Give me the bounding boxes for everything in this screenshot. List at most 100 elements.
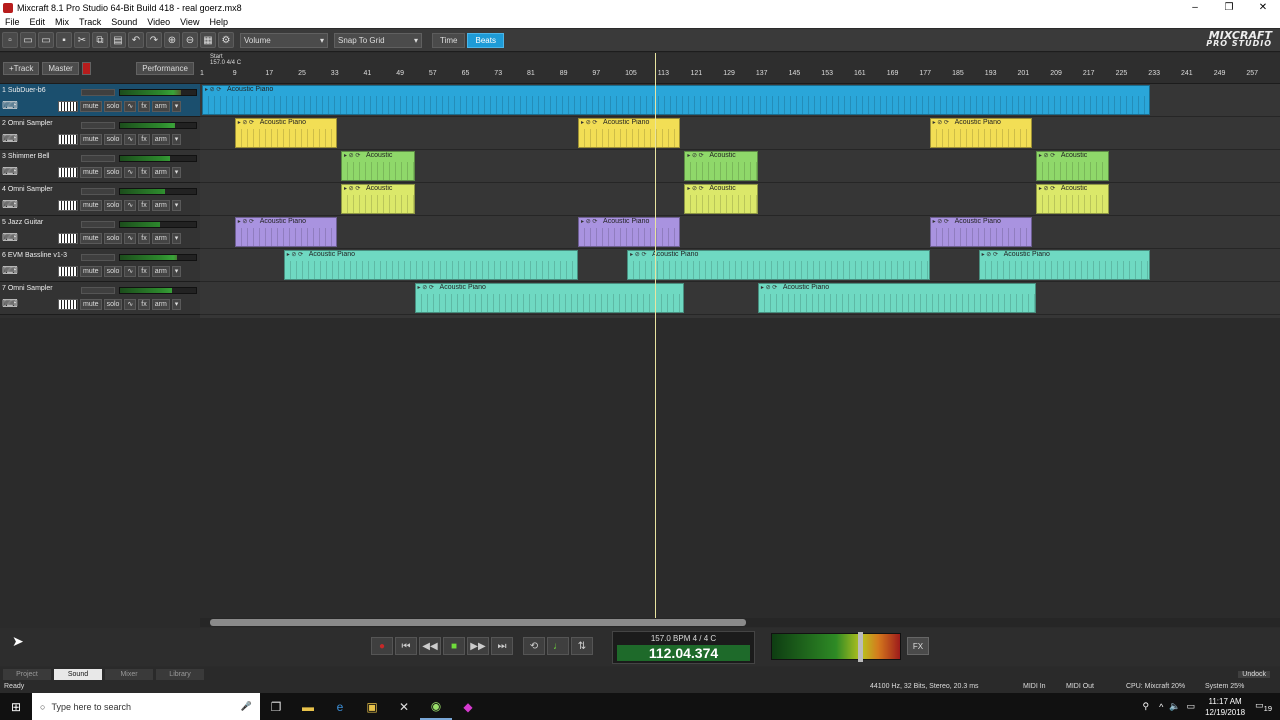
app-pink-diamond-icon[interactable]: ◆: [452, 693, 484, 720]
close-button[interactable]: ✕: [1246, 2, 1280, 13]
undock-button[interactable]: Undock: [1238, 670, 1270, 678]
copy-icon[interactable]: ⧉: [92, 32, 108, 48]
zoom-in-icon[interactable]: ⊕: [164, 32, 180, 48]
pan-volume-slider[interactable]: [81, 89, 115, 96]
track-name[interactable]: 5 Jazz Guitar: [2, 219, 43, 226]
audio-clip[interactable]: Acoustic Piano: [929, 217, 1032, 247]
solo-button[interactable]: solo: [103, 167, 123, 178]
track-lane[interactable]: [200, 117, 1280, 150]
new-file-icon[interactable]: ▫: [2, 32, 18, 48]
track-lane[interactable]: [200, 216, 1280, 249]
keyboard-icon[interactable]: [58, 134, 78, 145]
tab-sound[interactable]: Sound: [54, 668, 102, 680]
keyboard-icon[interactable]: [58, 167, 78, 178]
solo-button[interactable]: solo: [103, 266, 123, 277]
solo-button[interactable]: solo: [103, 134, 123, 145]
microphone-icon[interactable]: 🎤: [241, 701, 252, 712]
mute-button[interactable]: mute: [80, 299, 102, 310]
audio-clip[interactable]: Acoustic Piano: [283, 250, 579, 280]
tab-project[interactable]: Project: [3, 668, 51, 680]
piano-icon[interactable]: ⌨: [2, 166, 18, 179]
audio-clip[interactable]: Acoustic Piano: [978, 250, 1151, 280]
undo-icon[interactable]: ↶: [128, 32, 144, 48]
track-lane[interactable]: [200, 282, 1280, 315]
pan-volume-slider[interactable]: [81, 254, 115, 261]
file-explorer-icon[interactable]: ▬: [292, 693, 324, 720]
open-recent-icon[interactable]: ▭: [38, 32, 54, 48]
track-name[interactable]: 6 EVM Bassline v1-3: [2, 252, 67, 259]
automation-icon[interactable]: ∿: [124, 299, 137, 310]
arm-button[interactable]: arm: [151, 266, 170, 277]
horizontal-scrollbar[interactable]: [200, 618, 1280, 627]
task-view-icon[interactable]: ❐: [260, 693, 292, 720]
pan-volume-slider[interactable]: [81, 287, 115, 294]
add-track-button[interactable]: +Track: [3, 61, 40, 75]
fx-button[interactable]: fx: [138, 233, 150, 244]
automation-icon[interactable]: ∿: [124, 233, 137, 244]
track-header[interactable]: 1 SubDuer-b6 ⌨ mute solo ∿ fx arm ▾: [0, 84, 200, 117]
track-header[interactable]: 5 Jazz Guitar ⌨ mute solo ∿ fx arm ▾: [0, 216, 200, 249]
track-name[interactable]: 1 SubDuer-b6: [2, 87, 46, 94]
empty-track-area[interactable]: [0, 318, 1280, 618]
chevron-down-icon[interactable]: ▾: [171, 266, 182, 277]
master-record-icon[interactable]: [81, 61, 91, 75]
midi-icon[interactable]: ▦: [200, 32, 216, 48]
menu-mix[interactable]: Mix: [50, 17, 74, 27]
tab-library[interactable]: Library: [156, 668, 204, 680]
menu-edit[interactable]: Edit: [25, 17, 51, 27]
master-button[interactable]: Master: [42, 61, 79, 75]
fx-button[interactable]: fx: [138, 134, 150, 145]
fast-forward-button[interactable]: ▶▶: [467, 637, 489, 655]
solo-button[interactable]: solo: [103, 101, 123, 112]
automation-icon[interactable]: ∿: [124, 101, 137, 112]
arm-button[interactable]: arm: [151, 299, 170, 310]
scrollbar-thumb[interactable]: [210, 619, 746, 626]
chevron-down-icon[interactable]: ▾: [171, 233, 182, 244]
mute-button[interactable]: mute: [80, 200, 102, 211]
track-name[interactable]: 4 Omni Sampler: [2, 186, 53, 193]
tray-chevron-icon[interactable]: ^: [1159, 702, 1163, 712]
maximize-button[interactable]: ❐: [1212, 2, 1246, 13]
chevron-down-icon[interactable]: ▾: [171, 200, 182, 211]
performance-button[interactable]: Performance: [136, 61, 194, 75]
play-button[interactable]: ■: [443, 637, 465, 655]
keyboard-icon[interactable]: ⌨: [2, 298, 18, 311]
time-button[interactable]: Time: [432, 32, 466, 48]
arm-button[interactable]: arm: [151, 200, 170, 211]
audio-clip[interactable]: Acoustic: [1035, 184, 1110, 214]
arm-button[interactable]: arm: [151, 233, 170, 244]
track-header[interactable]: 4 Omni Sampler ⌨ mute solo ∿ fx arm ▾: [0, 183, 200, 216]
rewind-button[interactable]: ◀◀: [419, 637, 441, 655]
keyboard-icon[interactable]: [58, 101, 78, 112]
arm-button[interactable]: arm: [151, 134, 170, 145]
fx-button[interactable]: fx: [138, 101, 150, 112]
audio-clip[interactable]: Acoustic Piano: [929, 118, 1032, 148]
tab-mixer[interactable]: Mixer: [105, 668, 153, 680]
tray-clock[interactable]: 11:17 AM 12/19/2018: [1205, 696, 1245, 718]
master-fx-button[interactable]: FX: [907, 637, 929, 655]
audio-clip[interactable]: Acoustic: [684, 151, 758, 181]
pan-volume-slider[interactable]: [81, 155, 115, 162]
master-volume-handle[interactable]: [858, 632, 863, 662]
zoom-out-icon[interactable]: ⊖: [182, 32, 198, 48]
keyboard-icon[interactable]: [58, 233, 78, 244]
people-icon[interactable]: ⚲: [1143, 701, 1150, 712]
keyboard-icon[interactable]: ⌨: [2, 199, 18, 212]
volume-dropdown[interactable]: Volume ▾: [240, 32, 328, 48]
keyboard-icon[interactable]: [58, 299, 78, 310]
metronome-button[interactable]: ♩: [547, 637, 569, 655]
solo-button[interactable]: solo: [103, 233, 123, 244]
audio-clip[interactable]: Acoustic Piano: [578, 217, 681, 247]
minimize-button[interactable]: –: [1178, 2, 1212, 13]
audio-clip[interactable]: Acoustic: [684, 184, 758, 214]
taskbar-search[interactable]: ○ Type here to search 🎤: [32, 693, 260, 720]
automation-icon[interactable]: ∿: [124, 266, 137, 277]
mixer-sliders-button[interactable]: ⇅: [571, 637, 593, 655]
start-marker[interactable]: Start 157.0 4/4 C: [210, 54, 241, 66]
track-name[interactable]: 2 Omni Sampler: [2, 120, 53, 127]
settings-icon[interactable]: ⚙: [218, 32, 234, 48]
loop-button[interactable]: ⟲: [523, 637, 545, 655]
save-icon[interactable]: ▪: [56, 32, 72, 48]
keyboard-icon[interactable]: ⌨: [2, 265, 18, 278]
fx-button[interactable]: fx: [138, 167, 150, 178]
